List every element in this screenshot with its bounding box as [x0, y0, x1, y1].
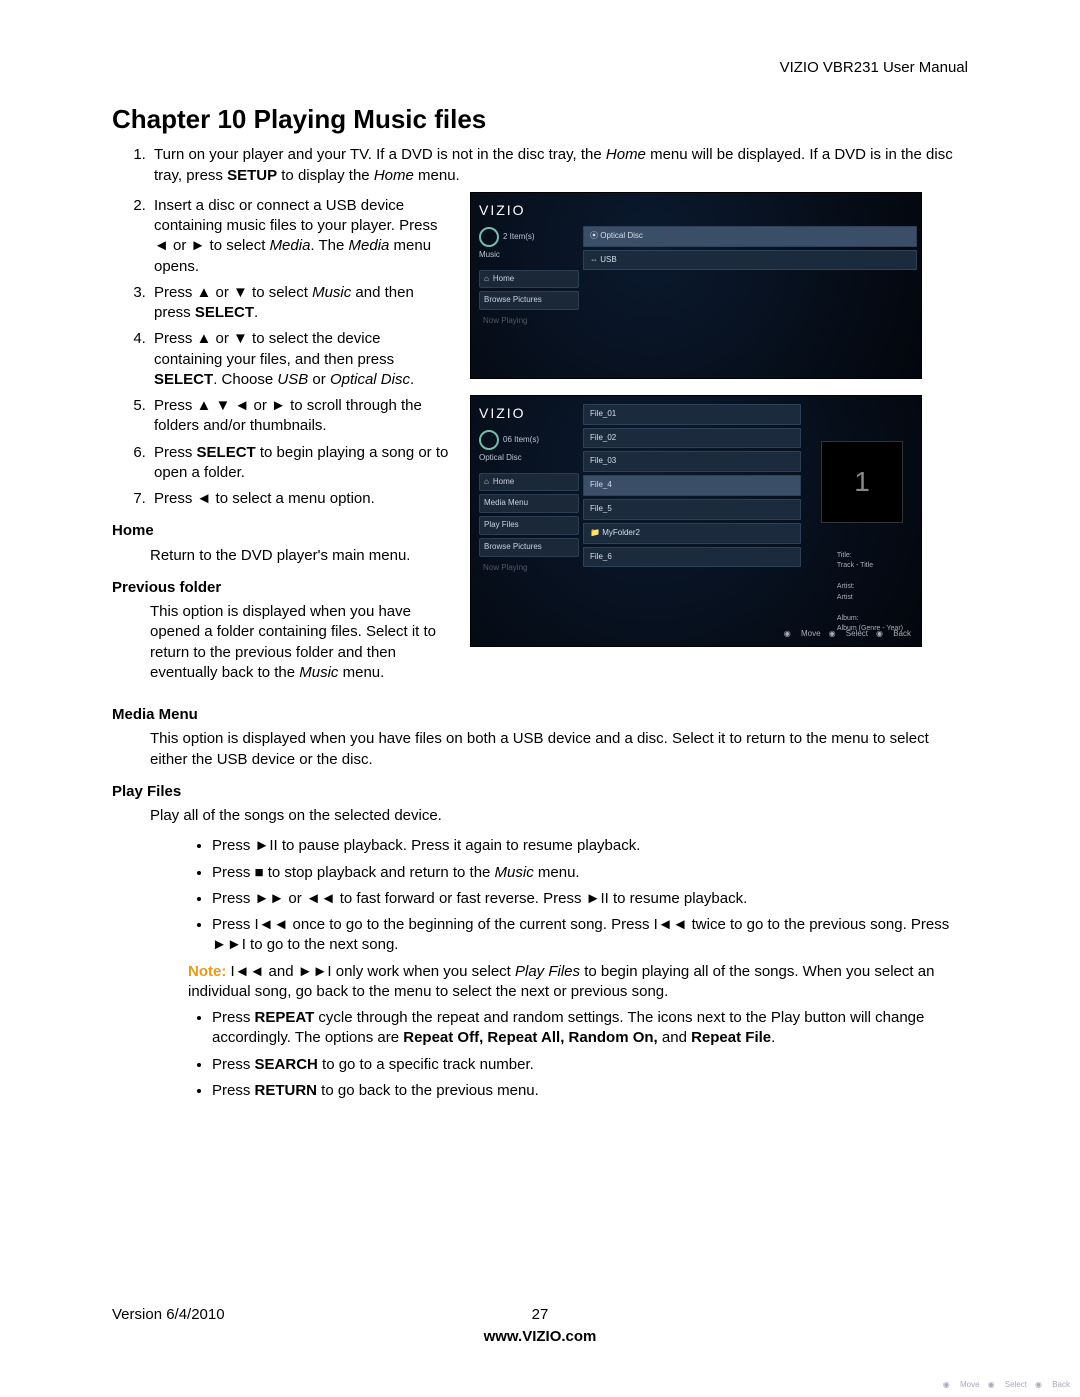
side-browse: Browse Pictures: [479, 291, 579, 310]
track-meta: Title:Track - Title Artist:Artist Album:…: [837, 551, 903, 635]
step-4: Press ▲ or ▼ to select the device contai…: [150, 329, 452, 390]
media-heading: Media Menu: [112, 705, 968, 725]
media-text: This option is displayed when you have f…: [150, 729, 968, 770]
side-home: ⌂Home: [479, 473, 579, 492]
page-number: 27: [532, 1305, 549, 1325]
step-2: Insert a disc or connect a USB device co…: [150, 196, 452, 277]
page: VIZIO VBR231 User Manual Chapter 10 Play…: [0, 0, 1080, 1397]
file-row: 📁 MyFolder2: [583, 523, 801, 544]
side-mediamenu: Media Menu: [479, 494, 579, 513]
note-text: Note: I◄◄ and ►►I only work when you sel…: [188, 962, 968, 1003]
row-optical: ⦿ Optical Disc: [583, 226, 917, 247]
bullet-skip: Press I◄◄ once to go to the beginning of…: [212, 915, 968, 956]
side-browse: Browse Pictures: [479, 538, 579, 557]
bullet-pause: Press ►II to pause playback. Press it ag…: [212, 836, 968, 856]
step-5: Press ▲ ▼ ◄ or ► to scroll through the f…: [150, 396, 452, 437]
row-usb: ⇔ USB: [583, 250, 917, 271]
file-row: File_4: [583, 475, 801, 496]
logo: VIZIO: [479, 201, 579, 220]
step-1: Turn on your player and your TV. If a DV…: [150, 145, 968, 186]
screenshot-media-menu: VIZIO 2 Item(s) Music ⌂Home Browse Pictu…: [470, 192, 922, 379]
prev-text: This option is displayed when you have o…: [150, 602, 452, 683]
step-6: Press SELECT to begin playing a song or …: [150, 443, 452, 484]
step-7: Press ◄ to select a menu option.: [150, 489, 452, 509]
side-nowplaying: Now Playing: [479, 313, 579, 330]
page-footer: Version 6/4/2010 27 www.VIZIO.com: [112, 1305, 968, 1348]
home-icon: ⌂: [484, 274, 489, 285]
play-heading: Play Files: [112, 782, 968, 802]
disc-icon: [479, 227, 499, 247]
bullet-repeat: Press REPEAT cycle through the repeat an…: [212, 1008, 968, 1049]
prev-heading: Previous folder: [112, 578, 452, 598]
disc-icon: [479, 430, 499, 450]
side-home: ⌂Home: [479, 270, 579, 289]
home-icon: ⌂: [484, 477, 489, 488]
doc-header: VIZIO VBR231 User Manual: [112, 58, 968, 78]
prompts: ◉ Move◉ Select◉ Back: [776, 629, 911, 640]
side-nowplaying: Now Playing: [479, 560, 579, 577]
step-3: Press ▲ or ▼ to select Music and then pr…: [150, 283, 452, 324]
home-heading: Home: [112, 521, 452, 541]
screenshot-file-list: VIZIO 06 Item(s) Optical Disc ⌂Home Medi…: [470, 395, 922, 647]
bullet-ff: Press ►► or ◄◄ to fast forward or fast r…: [212, 889, 968, 909]
step-list: Turn on your player and your TV. If a DV…: [150, 145, 968, 186]
file-row: File_03: [583, 451, 801, 472]
album-thumb: 1: [821, 441, 903, 523]
file-row: File_02: [583, 428, 801, 449]
logo: VIZIO: [479, 404, 579, 423]
footer-url: www.VIZIO.com: [112, 1327, 968, 1347]
file-row: File_5: [583, 499, 801, 520]
file-row: File_01: [583, 404, 801, 425]
play-bullets: Press ►II to pause playback. Press it ag…: [212, 836, 968, 955]
version-text: Version 6/4/2010: [112, 1305, 225, 1325]
prompts: ◉ Move◉ Select◉ Back: [935, 1380, 1070, 1391]
bullet-stop: Press ■ to stop playback and return to t…: [212, 863, 968, 883]
bullet-search: Press SEARCH to go to a specific track n…: [212, 1055, 968, 1075]
file-row: File_6: [583, 547, 801, 568]
home-text: Return to the DVD player's main menu.: [150, 546, 452, 566]
play-intro: Play all of the songs on the selected de…: [150, 806, 968, 826]
play-bullets-2: Press REPEAT cycle through the repeat an…: [212, 1008, 968, 1101]
chapter-title: Chapter 10 Playing Music files: [112, 102, 968, 137]
side-playfiles: Play Files: [479, 516, 579, 535]
bullet-return: Press RETURN to go back to the previous …: [212, 1081, 968, 1101]
step-list-left: Insert a disc or connect a USB device co…: [150, 196, 452, 510]
